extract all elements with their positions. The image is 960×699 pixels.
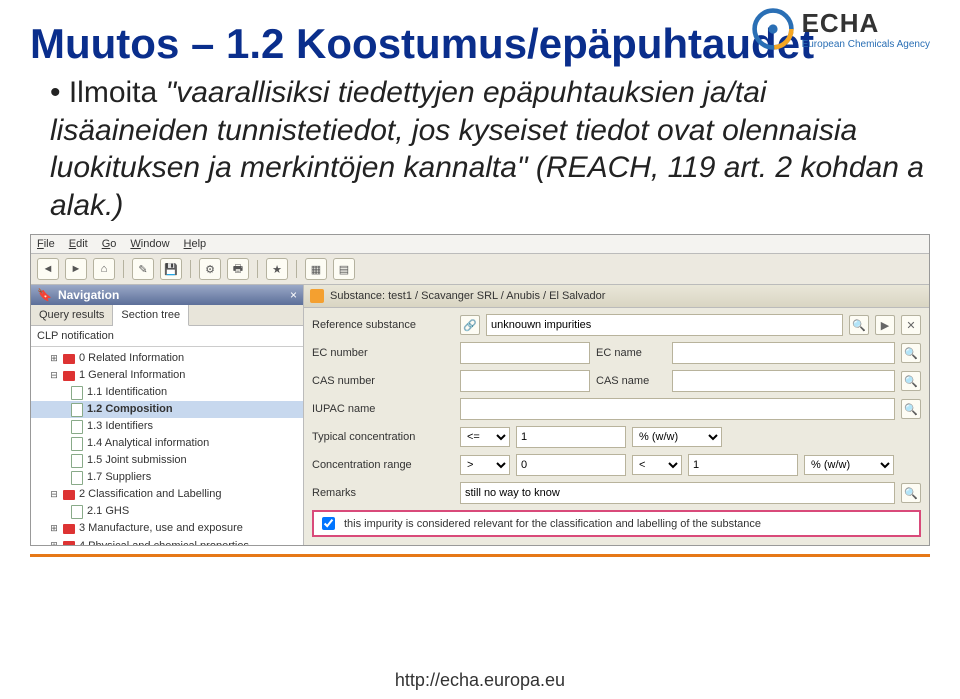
bullet-item: Ilmoita "vaarallisiksi tiedettyjen epäpu… (50, 74, 930, 224)
section-tree: ⊞0 Related Information ⊟1 General Inform… (31, 347, 303, 545)
tool-button-2[interactable]: ★ (266, 258, 288, 280)
search-icon[interactable]: 🔍 (849, 315, 869, 335)
print-button[interactable]: 🖶 (227, 258, 249, 280)
menu-file[interactable]: FFileile (37, 238, 55, 250)
ec-name-input[interactable] (672, 342, 895, 364)
label-typical-concentration: Typical concentration (312, 431, 452, 443)
divider (30, 554, 930, 557)
remarks-input[interactable] (460, 482, 895, 504)
echa-logo: ECHA European Chemicals Agency (750, 6, 930, 52)
link-icon[interactable]: 🔗 (460, 315, 480, 335)
navigation-pane: 🔖 Navigation × Query results Section tre… (31, 285, 304, 545)
substance-icon (310, 289, 324, 303)
tree-item-selected[interactable]: 1.2 Composition (31, 401, 303, 418)
tree-item[interactable]: 1.7 Suppliers (31, 469, 303, 486)
typical-op-select[interactable]: <= (460, 427, 510, 447)
nav-header: 🔖 Navigation × (31, 285, 303, 305)
ec-number-input[interactable] (460, 342, 590, 364)
detail-pane: Substance: test1 / Scavanger SRL / Anubi… (304, 285, 929, 545)
label-iupac-name: IUPAC name (312, 403, 452, 415)
tree-item[interactable]: 1.3 Identifiers (31, 418, 303, 435)
new-button[interactable]: ✎ (132, 258, 154, 280)
tree-item[interactable]: 1.4 Analytical information (31, 435, 303, 452)
nav-title: Navigation (58, 288, 119, 302)
iupac-name-input[interactable] (460, 398, 895, 420)
relevance-checkbox-label: this impurity is considered relevant for… (344, 518, 761, 530)
relevance-checkbox[interactable] (322, 517, 335, 530)
tree-item[interactable]: ⊟2 Classification and Labelling (31, 486, 303, 503)
logo-subtitle: European Chemicals Agency (802, 39, 930, 50)
clear-icon[interactable]: ✕ (901, 315, 921, 335)
search-icon[interactable]: 🔍 (901, 371, 921, 391)
label-ec-number: EC number (312, 347, 452, 359)
tree-item[interactable]: ⊟1 General Information (31, 367, 303, 384)
footer-url: http://echa.europa.eu (0, 670, 960, 691)
tool-button-4[interactable]: ▤ (333, 258, 355, 280)
nav-tabs: Query results Section tree (31, 305, 303, 326)
label-ec-name: EC name (596, 347, 666, 359)
tree-item[interactable]: ⊞4 Physical and chemical properties (31, 538, 303, 545)
tree-item[interactable]: 1.1 Identification (31, 384, 303, 401)
label-reference-substance: Reference substance (312, 319, 452, 331)
breadcrumb-text: Substance: test1 / Scavanger SRL / Anubi… (330, 290, 605, 302)
tree-item[interactable]: ⊞0 Related Information (31, 350, 303, 367)
tool-button[interactable]: ⚙ (199, 258, 221, 280)
echa-logo-mark (750, 6, 796, 52)
back-button[interactable]: ◄ (37, 258, 59, 280)
range-unit-select[interactable]: % (w/w) (804, 455, 894, 475)
bullet-quote: "vaarallisiksi tiedettyjen epäpuhtauksie… (50, 76, 924, 222)
bullet-lead: Ilmoita (69, 76, 166, 109)
label-cas-number: CAS number (312, 375, 452, 387)
typical-value-input[interactable] (516, 426, 626, 448)
tab-query-results[interactable]: Query results (31, 305, 113, 325)
tool-button-3[interactable]: ▦ (305, 258, 327, 280)
reference-substance-input[interactable] (486, 314, 843, 336)
range-high-value-input[interactable] (688, 454, 798, 476)
menu-go[interactable]: Go (102, 238, 117, 250)
goto-icon[interactable]: ▶ (875, 315, 895, 335)
label-remarks: Remarks (312, 487, 452, 499)
search-icon[interactable]: 🔍 (901, 483, 921, 503)
range-low-op-select[interactable]: > (460, 455, 510, 475)
tab-section-tree[interactable]: Section tree (113, 305, 189, 326)
menu-bar: FFileile Edit Go Window Help (31, 235, 929, 254)
menu-help[interactable]: Help (184, 238, 207, 250)
typical-unit-select[interactable]: % (w/w) (632, 427, 722, 447)
nav-close-icon[interactable]: × (290, 288, 297, 302)
toolbar: ◄ ► ⌂ ✎ 💾 ⚙ 🖶 ★ ▦ ▤ (31, 254, 929, 285)
menu-window[interactable]: Window (130, 238, 169, 250)
search-icon[interactable]: 🔍 (901, 343, 921, 363)
cas-number-input[interactable] (460, 370, 590, 392)
home-button[interactable]: ⌂ (93, 258, 115, 280)
forward-button[interactable]: ► (65, 258, 87, 280)
breadcrumb: Substance: test1 / Scavanger SRL / Anubi… (304, 285, 929, 308)
tree-item[interactable]: 1.5 Joint submission (31, 452, 303, 469)
label-concentration-range: Concentration range (312, 459, 452, 471)
menu-edit[interactable]: Edit (69, 238, 88, 250)
save-button[interactable]: 💾 (160, 258, 182, 280)
range-low-value-input[interactable] (516, 454, 626, 476)
search-icon[interactable]: 🔍 (901, 399, 921, 419)
range-high-op-select[interactable]: < (632, 455, 682, 475)
cas-name-input[interactable] (672, 370, 895, 392)
tree-item[interactable]: ⊞3 Manufacture, use and exposure (31, 520, 303, 537)
tree-root[interactable]: CLP notification (31, 326, 303, 347)
nav-icon: 🔖 (37, 288, 52, 302)
app-window: FFileile Edit Go Window Help ◄ ► ⌂ ✎ 💾 ⚙… (30, 234, 930, 546)
relevance-checkbox-row: this impurity is considered relevant for… (312, 510, 921, 537)
logo-text: ECHA (802, 8, 930, 39)
label-cas-name: CAS name (596, 375, 666, 387)
tree-item[interactable]: 2.1 GHS (31, 503, 303, 520)
